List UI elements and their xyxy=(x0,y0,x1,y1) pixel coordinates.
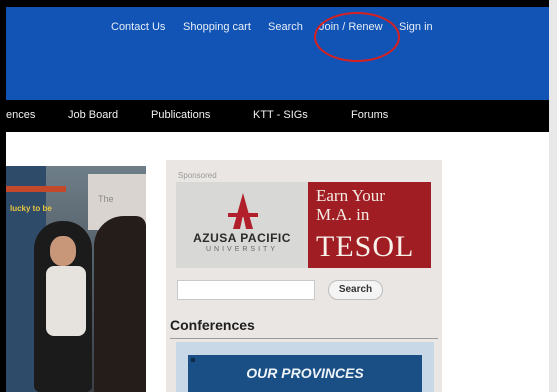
photo-face xyxy=(50,236,76,266)
sponsored-ad[interactable]: AZUSA PACIFIC UNIVERSITY Earn Your M.A. … xyxy=(176,182,431,268)
site-header: Contact Us Shopping cart Search Join / R… xyxy=(6,7,549,100)
photo-shirt xyxy=(46,266,86,336)
search-link[interactable]: Search xyxy=(268,21,303,33)
ad-university-sub: UNIVERSITY xyxy=(205,246,278,253)
ad-headline: Earn Your M.A. in xyxy=(316,186,385,224)
nav-item-forums[interactable]: Forums xyxy=(351,109,388,121)
sign-in-link[interactable]: Sign in xyxy=(399,21,433,33)
nav-item-conferences[interactable]: ences xyxy=(6,109,35,121)
annotation-circle xyxy=(314,12,400,62)
shopping-cart-link[interactable]: Shopping cart xyxy=(183,21,251,33)
nav-item-job-board[interactable]: Job Board xyxy=(68,109,118,121)
sidebar-search-input[interactable] xyxy=(177,280,315,300)
conferences-heading: Conferences xyxy=(170,317,255,333)
window-frame-top xyxy=(0,0,557,7)
ad-headline-line1: Earn Your xyxy=(316,186,385,205)
photo-sign-text: lucky to be xyxy=(10,204,52,213)
provinces-banner-text: OUR PROVINCES xyxy=(246,365,364,381)
feature-photo: lucky to be The xyxy=(6,166,146,392)
window-frame-right xyxy=(549,0,557,392)
provinces-banner[interactable]: OUR PROVINCES xyxy=(176,342,434,392)
apu-logo-icon xyxy=(228,193,258,229)
photo-poster-text: The xyxy=(98,194,114,204)
conferences-divider xyxy=(170,338,438,339)
provinces-banner-inner: OUR PROVINCES xyxy=(188,355,422,392)
contact-us-link[interactable]: Contact Us xyxy=(111,21,165,33)
photo-person-right xyxy=(94,216,146,392)
nav-item-ktt-sigs[interactable]: KTT - SIGs xyxy=(253,109,308,121)
ad-logo-panel: AZUSA PACIFIC UNIVERSITY xyxy=(176,182,308,268)
banner-marker xyxy=(191,358,195,362)
ad-headline-tesol: TESOL xyxy=(316,230,415,263)
ad-university-name: AZUSA PACIFIC xyxy=(193,231,291,245)
sidebar: Sponsored AZUSA PACIFIC UNIVERSITY Earn … xyxy=(166,160,442,392)
nav-item-publications[interactable]: Publications xyxy=(151,109,210,121)
ad-headline-line2: M.A. in xyxy=(316,205,370,224)
photo-shelf-stripe xyxy=(6,186,66,192)
main-nav: ences Job Board Publications KTT - SIGs … xyxy=(6,100,549,132)
ad-text-panel: Earn Your M.A. in TESOL xyxy=(308,182,431,268)
sponsored-label: Sponsored xyxy=(178,171,217,180)
sidebar-search-button[interactable]: Search xyxy=(328,280,383,300)
